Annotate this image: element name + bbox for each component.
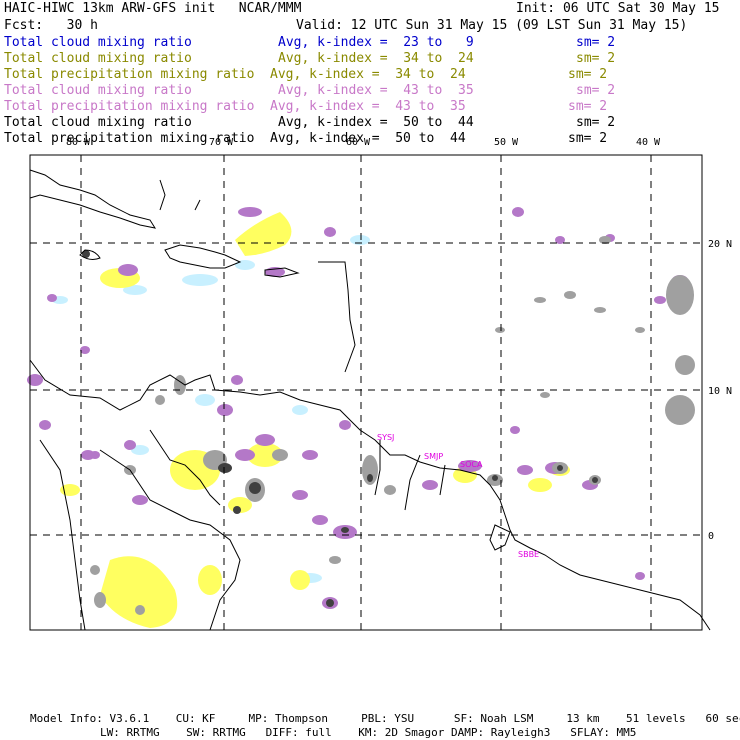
purple-cloud-field [27,207,688,609]
lat-label: 0 [708,531,714,542]
lon-label: 60 W [346,137,371,148]
lon-label: 80 W [66,137,91,148]
station-label: SYSJ [377,433,394,442]
cyan-cloud-field [52,235,370,583]
station-label: SMJP [424,452,443,461]
station-label: SBBE [518,550,539,559]
station-label: SOCA [460,460,483,469]
yellow-cloud-field [60,212,570,628]
lon-label: 70 W [209,137,234,148]
lon-label: 40 W [636,137,661,148]
lon-label: 50 W [494,137,519,148]
lat-label: 20 N [708,239,732,250]
weather-map: 80 W 70 W 60 W 50 W 40 W 20 N 10 N 0 SYS… [27,137,732,631]
model-info-line2: LW: RRTMG SW: RRTMG DIFF: full KM: 2D Sm… [100,726,637,739]
gray-cloud-field [90,236,695,615]
model-info-line1: Model Info: V3.6.1 CU: KF MP: Thompson P… [30,712,740,725]
lat-label: 10 N [708,386,732,397]
